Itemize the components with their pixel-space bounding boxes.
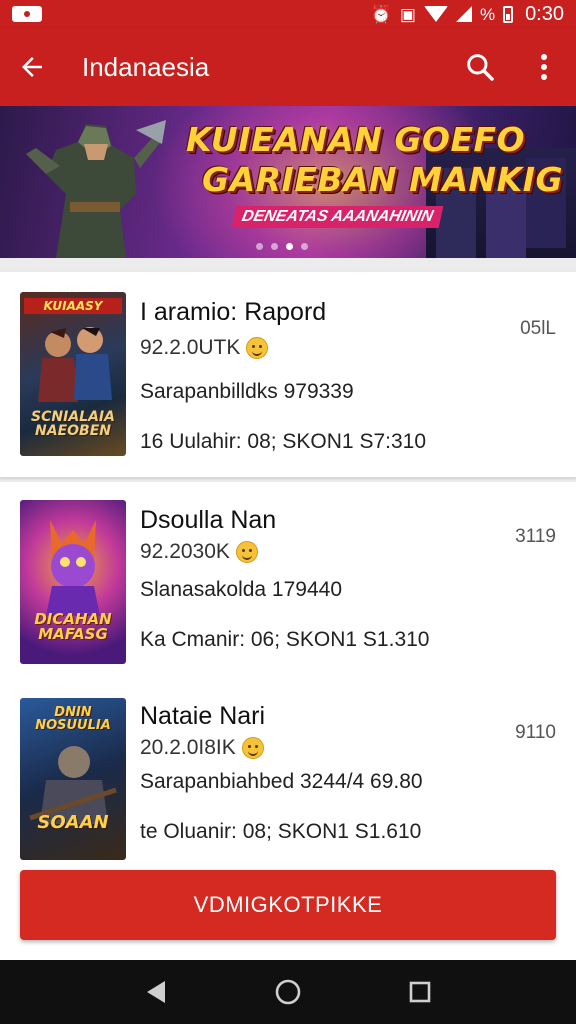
list-item[interactable]: DNIN NOSUULIA SOAAN Nataie Nari 20.2.0I8… (0, 682, 576, 862)
item-description: Sarapanbiahbed 3244/4 69.80 (140, 770, 423, 793)
nfc-icon: ▣ (399, 4, 416, 24)
carousel-dot[interactable] (256, 243, 263, 250)
carousel-dot[interactable] (301, 243, 308, 250)
more-vert-icon (541, 54, 547, 80)
cover-subtitle: DICAHAN MAFASG (34, 610, 112, 643)
battery-percent: % (479, 4, 496, 24)
cover-subtitle: SOAAN (37, 812, 109, 833)
item-title: Nataie Nari (140, 702, 266, 730)
app-bar: Indanaesia (0, 28, 576, 106)
carousel-indicator[interactable] (256, 243, 308, 250)
status-bar: ⏰ ▣ % 0:30 (0, 0, 576, 28)
item-meta-text: 92.2.0UTK (140, 336, 241, 359)
notification-icon (12, 6, 42, 22)
back-button[interactable] (0, 28, 64, 106)
cover-title: KUIAASY (24, 298, 122, 314)
item-meta-text: 92.2030K (140, 540, 230, 563)
game-cover: DICAHAN MAFASG (20, 500, 126, 664)
game-cover: DNIN NOSUULIA SOAAN (20, 698, 126, 860)
list-item[interactable]: DICAHAN MAFASG Dsoulla Nan 92.2030K Slan… (0, 482, 576, 688)
search-button[interactable] (448, 28, 512, 106)
battery-icon (503, 5, 514, 23)
primary-action-button[interactable]: VDMIGKOTPIKKE (20, 870, 556, 940)
game-cover: KUIAASY SCNIALAIA NAEOBEN (20, 292, 126, 456)
carousel-dot[interactable] (271, 243, 278, 250)
item-side-value: 9110 (515, 722, 556, 743)
item-side-value: 05lL (520, 318, 556, 339)
nav-recents-icon (409, 981, 431, 1003)
search-icon (467, 54, 494, 81)
item-description: Slanasakolda 179440 (140, 578, 343, 601)
banner-subtitle: DENEATAS AAANAHININ (231, 206, 444, 228)
banner-hero-art (26, 120, 166, 258)
system-nav-bar (0, 960, 576, 1024)
item-detail: te Oluanir: 08; SKON1 S1.610 (140, 820, 422, 843)
promo-banner[interactable]: KUIEANAN GOEFO GARIEBAN MANKIG DENEATAS … (0, 106, 576, 258)
overflow-menu-button[interactable] (512, 28, 576, 106)
item-meta: 92.2030K (140, 540, 258, 564)
cover-subtitle: SCNIALAIA NAEOBEN (31, 409, 115, 439)
item-meta: 20.2.0I8IK (140, 736, 264, 760)
item-description: Sarapanbilldks 979339 (140, 380, 354, 403)
wifi-icon (423, 6, 448, 22)
page-title: Indanaesia (82, 51, 210, 82)
nav-back-icon (147, 981, 165, 1003)
item-detail: 16 Uulahir: 08; SKON1 S7:310 (140, 430, 427, 453)
item-meta: 92.2.0UTK (140, 336, 269, 360)
item-title: Dsoulla Nan (140, 506, 277, 534)
app-screen: ⏰ ▣ % 0:30 Indanaesia KUIEANAN GOEFO GAR… (0, 0, 576, 1024)
bottom-action-bar: VDMIGKOTPIKKE (0, 860, 576, 960)
arrow-left-icon (22, 57, 42, 77)
item-detail: Ka Cmanir: 06; SKON1 S1.310 (140, 628, 430, 651)
nav-home-icon (275, 979, 301, 1005)
carousel-dot-active[interactable] (286, 243, 293, 250)
smiley-icon (235, 541, 258, 563)
banner-title-line1: KUIEANAN GOEFO (186, 120, 526, 159)
signal-icon (455, 6, 472, 22)
nav-recents-button[interactable] (388, 960, 452, 1024)
smiley-icon (246, 337, 269, 359)
item-meta-text: 20.2.0I8IK (140, 736, 236, 759)
list-item[interactable]: KUIAASY SCNIALAIA NAEOBEN I aramio: Rapo… (0, 272, 576, 478)
item-side-value: 3119 (515, 526, 556, 547)
alarm-icon: ⏰ (370, 4, 392, 24)
nav-back-button[interactable] (124, 960, 188, 1024)
smiley-icon (241, 737, 264, 759)
banner-title-line2: GARIEBAN MANKIG (202, 160, 564, 199)
nav-home-button[interactable] (256, 960, 320, 1024)
item-title: I aramio: Rapord (140, 298, 327, 326)
cover-title: DNIN NOSUULIA (35, 705, 111, 733)
status-time: 0:30 (525, 2, 564, 25)
